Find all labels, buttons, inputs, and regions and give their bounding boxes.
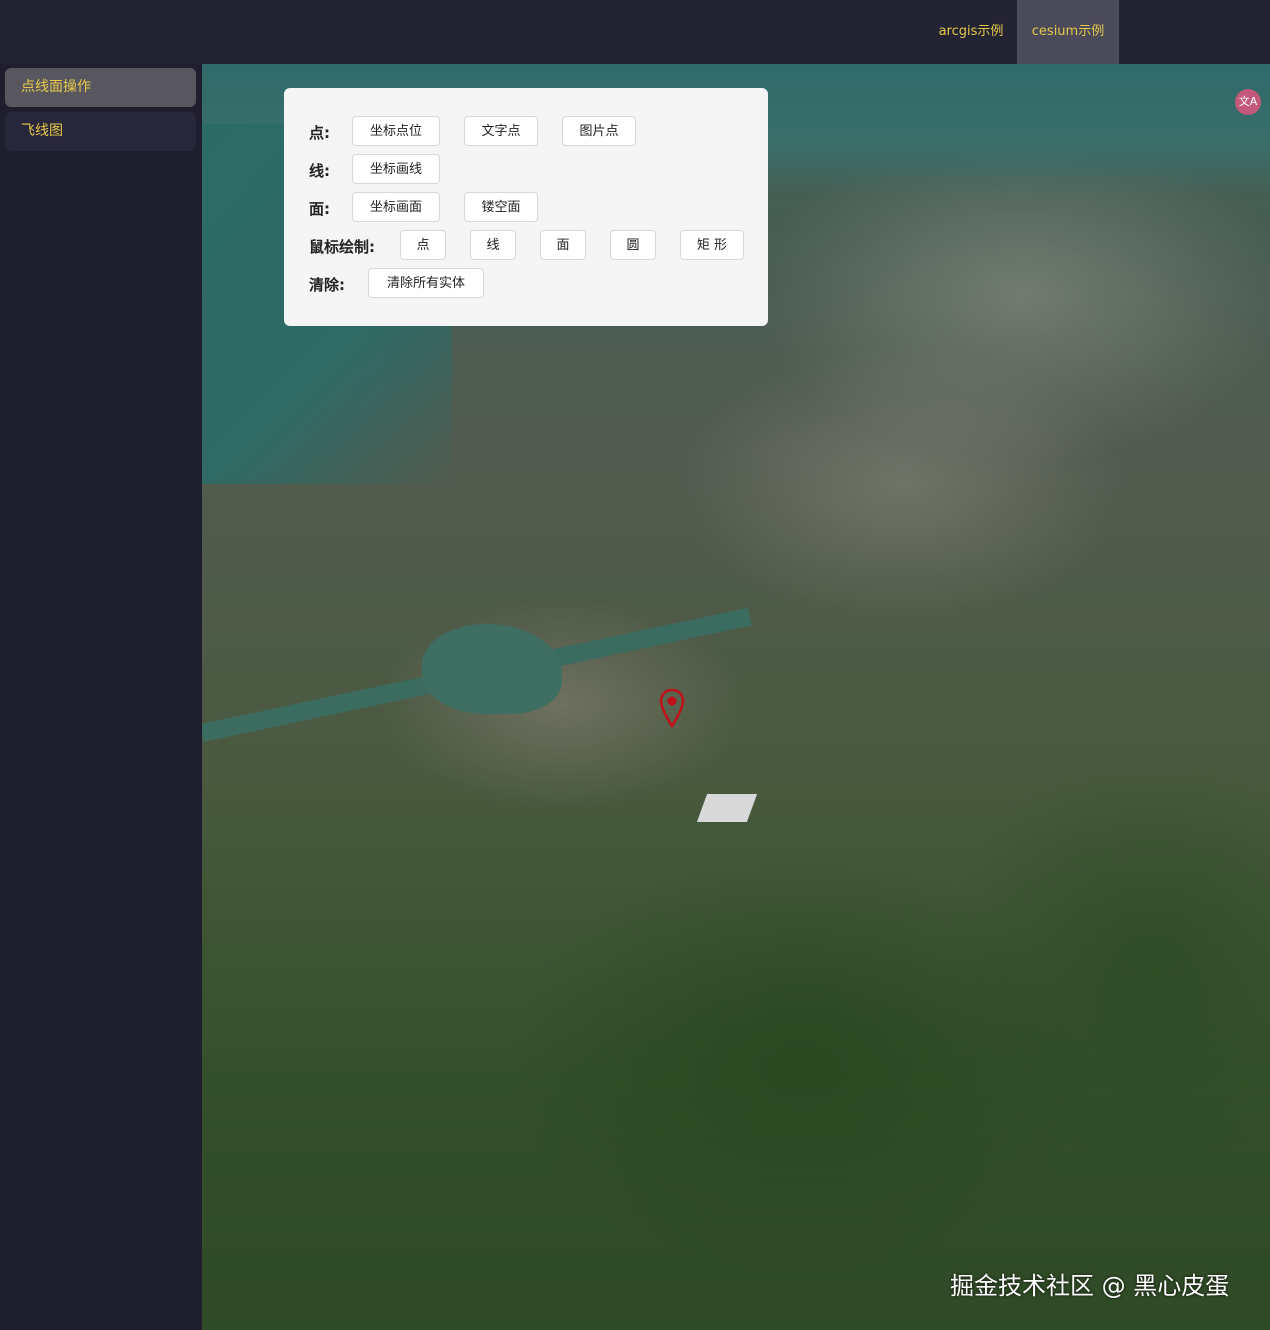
polygon-row-label: 面: [309,200,330,218]
watermark-text: 掘金技术社区 @ 黑心皮蛋 [950,1272,1230,1300]
draw-rectangle-button[interactable]: 矩 形 [680,230,744,260]
draw-polygon-button[interactable]: 面 [540,230,586,260]
tab-cesium-examples[interactable]: cesium示例 [1017,0,1119,64]
image-point-button[interactable]: 图片点 [562,116,636,146]
coordinate-line-button[interactable]: 坐标画线 [352,154,440,184]
map-pin-icon[interactable] [658,688,686,728]
point-row-label: 点: [309,124,330,142]
draw-circle-button[interactable]: 圆 [610,230,656,260]
coordinate-polygon-button[interactable]: 坐标画面 [352,192,440,222]
hollow-polygon-button[interactable]: 镂空面 [464,192,538,222]
sidebar: 点线面操作 飞线图 [0,64,202,1330]
mouse-draw-row-label: 鼠标绘制: [309,238,375,256]
translate-icon[interactable]: 文A [1235,89,1261,115]
clear-row-label: 清除: [309,276,345,294]
draw-point-button[interactable]: 点 [400,230,446,260]
clear-all-entities-button[interactable]: 清除所有实体 [368,268,484,298]
text-point-button[interactable]: 文字点 [464,116,538,146]
tab-arcgis-examples[interactable]: arcgis示例 [926,0,1016,64]
sidebar-item-point-line-polygon[interactable]: 点线面操作 [5,68,196,107]
draw-tools-panel: 点: 坐标点位 文字点 图片点 线: 坐标画线 面: 坐标画面 镂空面 鼠标绘制… [284,88,768,326]
top-navigation-bar: arcgis示例 cesium示例 [0,0,1270,64]
line-row-label: 线: [309,162,330,180]
coordinate-point-button[interactable]: 坐标点位 [352,116,440,146]
map-station-roof [696,794,758,822]
draw-line-button[interactable]: 线 [470,230,516,260]
sidebar-item-flight-lines[interactable]: 飞线图 [5,112,196,151]
map-lake [422,624,562,714]
